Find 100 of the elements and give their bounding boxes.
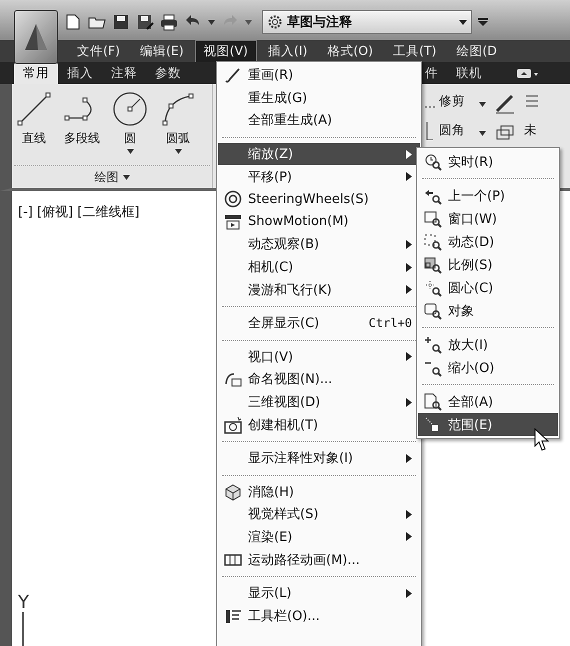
menu-bar-item[interactable]: 格式(O) <box>318 40 382 62</box>
caret-icon[interactable] <box>208 20 215 24</box>
menu-item[interactable]: 动态观察(B) <box>218 233 420 256</box>
line-icon[interactable] <box>15 90 53 128</box>
ribbon-tab[interactable]: 插入 <box>58 63 102 84</box>
submenu-arrow-icon <box>406 150 412 159</box>
minimize-ribbon-icon[interactable] <box>517 68 539 80</box>
steering-wheel-icon <box>224 190 242 208</box>
caret-icon <box>126 149 134 154</box>
menu-item[interactable]: 渲染(E) <box>218 526 420 548</box>
object-zoom-icon <box>424 302 442 320</box>
center-zoom-icon <box>424 278 442 296</box>
caret-icon <box>459 20 467 24</box>
cube-icon <box>224 482 242 501</box>
submenu-arrow-icon <box>406 532 412 542</box>
menu-bar-item[interactable]: 工具(T) <box>384 40 446 62</box>
caret-icon <box>479 131 486 136</box>
menu-item[interactable]: 三维视图(D) <box>218 390 420 414</box>
menu-item[interactable]: 窗口(W) <box>418 207 558 230</box>
shortcut-text: Ctrl+0 <box>368 316 412 330</box>
clock-zoom-icon <box>424 152 442 170</box>
menu-item[interactable]: 平移(P) <box>218 165 420 188</box>
ribbon-tab[interactable]: 参数 <box>146 63 190 84</box>
menu-item[interactable]: 相机(C) <box>218 256 420 278</box>
menu-bar-item[interactable]: 绘图(D <box>447 40 506 62</box>
menu-item[interactable]: 重画(R) <box>218 64 420 87</box>
caret-icon <box>122 175 130 180</box>
menu-item[interactable]: 消隐(H) <box>218 480 420 504</box>
menu-item[interactable]: 命名视图(N)... <box>218 368 420 391</box>
submenu-arrow-icon <box>406 172 412 182</box>
menu-item[interactable]: 全屏显示(C) Ctrl+0 <box>218 312 420 335</box>
submenu-arrow-icon <box>406 240 412 249</box>
ribbon-tab[interactable]: 注释 <box>102 63 146 84</box>
caret-icon <box>174 149 182 154</box>
menu-item[interactable]: 全部重生成(A) <box>218 109 420 132</box>
menu-item[interactable]: SteeringWheels(S) <box>218 188 420 211</box>
film-icon <box>224 212 242 231</box>
panel-title: 绘图 <box>94 169 118 186</box>
submenu-arrow-icon <box>406 262 412 272</box>
menu-item[interactable]: 创建相机(T) <box>218 413 420 436</box>
menu-item[interactable]: 重生成(G) <box>218 86 420 110</box>
panel-title-bar[interactable]: 绘图 <box>14 165 210 186</box>
menu-item[interactable]: 动态(D) <box>418 230 558 253</box>
pencil-icon <box>224 66 242 84</box>
tool-label[interactable]: 圆弧 <box>166 130 190 147</box>
menu-item[interactable]: 漫游和飞行(K) <box>218 278 420 301</box>
menu-item[interactable]: 显示注释性对象(I) <box>218 446 420 470</box>
menu-item[interactable]: 缩放(Z) <box>218 142 420 166</box>
zoom-in-icon <box>424 336 442 354</box>
menu-bar-item[interactable]: 插入(I) <box>258 40 316 62</box>
caret-icon[interactable] <box>245 20 252 24</box>
submenu-arrow-icon <box>406 510 412 519</box>
submenu-arrow-icon <box>406 352 412 362</box>
modify-tool-label[interactable]: 修剪 <box>439 93 465 110</box>
menu-item[interactable]: 显示(L) <box>218 582 420 604</box>
logo-icon <box>23 22 49 52</box>
menu-item[interactable]: 范围(E) <box>418 413 558 436</box>
menu-bar-item[interactable]: 视图(V) <box>194 40 257 62</box>
circle-icon[interactable] <box>111 90 149 128</box>
menu-item[interactable]: 工具栏(O)... <box>218 604 420 628</box>
modify-tool-label[interactable]: 未 <box>524 122 538 139</box>
scale-zoom-icon <box>424 256 442 274</box>
menu-item[interactable]: 圆心(C) <box>418 276 558 299</box>
menu-item[interactable]: 比例(S) <box>418 253 558 276</box>
menu-bar-item[interactable]: 编辑(E) <box>130 40 193 62</box>
tool-label[interactable]: 多段线 <box>64 130 100 147</box>
ucs-axis-label: Y <box>18 594 29 612</box>
modify-tool-label[interactable]: 圆角 <box>439 122 465 139</box>
menu-item[interactable]: 放大(I) <box>418 333 558 356</box>
menu-item[interactable]: 上一个(P) <box>418 184 558 207</box>
ribbon-tab[interactable]: 常用 <box>14 63 58 84</box>
window-zoom-icon <box>424 210 442 228</box>
ribbon-tab[interactable]: 联机 <box>447 63 491 84</box>
submenu-arrow-icon <box>406 454 412 463</box>
stack-icon[interactable] <box>494 124 516 142</box>
submenu-arrow-icon <box>406 398 412 407</box>
menu-item[interactable]: 运动路径动画(M)... <box>218 548 420 571</box>
menu-item[interactable]: 视觉样式(S) <box>218 503 420 526</box>
gear-icon <box>267 14 283 30</box>
new-file-icon[interactable] <box>64 13 82 31</box>
all-zoom-icon <box>424 392 442 410</box>
workspace-dropdown[interactable]: 草图与注释 <box>262 10 472 34</box>
save-as-icon[interactable] <box>136 13 154 31</box>
tool-label[interactable]: 圆 <box>124 130 136 147</box>
save-icon[interactable] <box>112 13 130 31</box>
menu-item[interactable]: ShowMotion(M) <box>218 210 420 234</box>
menu-bar-item[interactable]: 文件(F) <box>68 40 129 62</box>
brush-icon[interactable] <box>494 92 516 114</box>
menu-item[interactable]: 视口(V) <box>218 346 420 368</box>
printer-icon[interactable] <box>160 13 178 31</box>
menu-item[interactable]: 缩小(O) <box>418 356 558 379</box>
application-button[interactable] <box>14 10 58 64</box>
menu-item[interactable]: 对象 <box>418 299 558 322</box>
menu-item[interactable]: 实时(R) <box>418 150 558 173</box>
dashed-frame-zoom-icon <box>424 232 442 250</box>
caret-icon <box>479 102 486 107</box>
submenu-arrow-icon <box>406 285 412 294</box>
customize-arrow-icon[interactable] <box>478 18 488 26</box>
menu-item[interactable]: 全部(A) <box>418 390 558 413</box>
tool-label[interactable]: 直线 <box>22 130 46 147</box>
